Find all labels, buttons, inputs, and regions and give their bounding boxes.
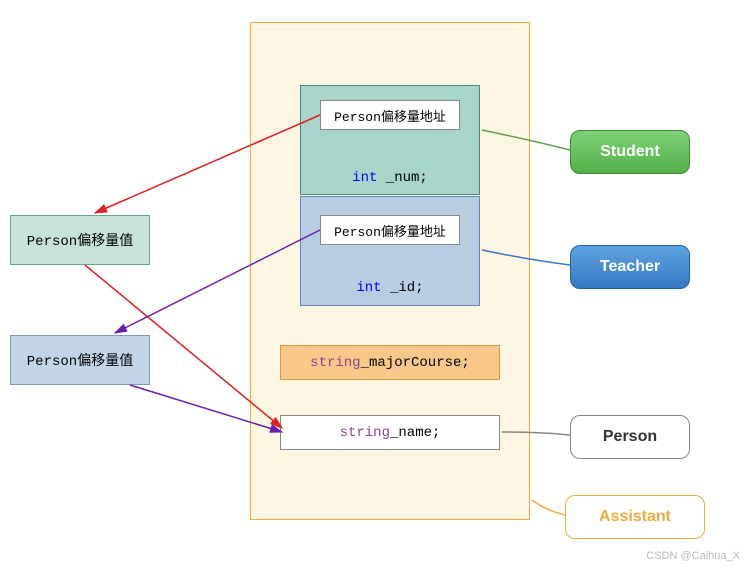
callout-assistant: Assistant (565, 495, 705, 539)
varname-id: _id; (382, 280, 424, 296)
keyword-string: string (340, 425, 390, 441)
keyword-string: string (310, 355, 360, 371)
varname-majorcourse: _majorCourse; (361, 355, 470, 371)
callout-student: Student (570, 130, 690, 174)
person-field-name: string _name; (280, 415, 500, 450)
callout-teacher: Teacher (570, 245, 690, 289)
watermark: CSDN @Caihua_X (646, 550, 740, 562)
keyword-int: int (352, 170, 377, 186)
varname-num: _num; (377, 170, 427, 186)
teacher-person-offset-address: Person偏移量地址 (320, 215, 460, 245)
student-person-offset-address: Person偏移量地址 (320, 100, 460, 130)
keyword-int: int (356, 280, 381, 296)
assistant-field-majorcourse: string _majorCourse; (280, 345, 500, 380)
person-offset-value-2: Person偏移量值 (10, 335, 150, 385)
student-field-num: int _num; (300, 170, 480, 186)
teacher-field-id: int _id; (300, 280, 480, 296)
person-offset-value-1: Person偏移量值 (10, 215, 150, 265)
varname-name: _name; (390, 425, 440, 441)
callout-person: Person (570, 415, 690, 459)
